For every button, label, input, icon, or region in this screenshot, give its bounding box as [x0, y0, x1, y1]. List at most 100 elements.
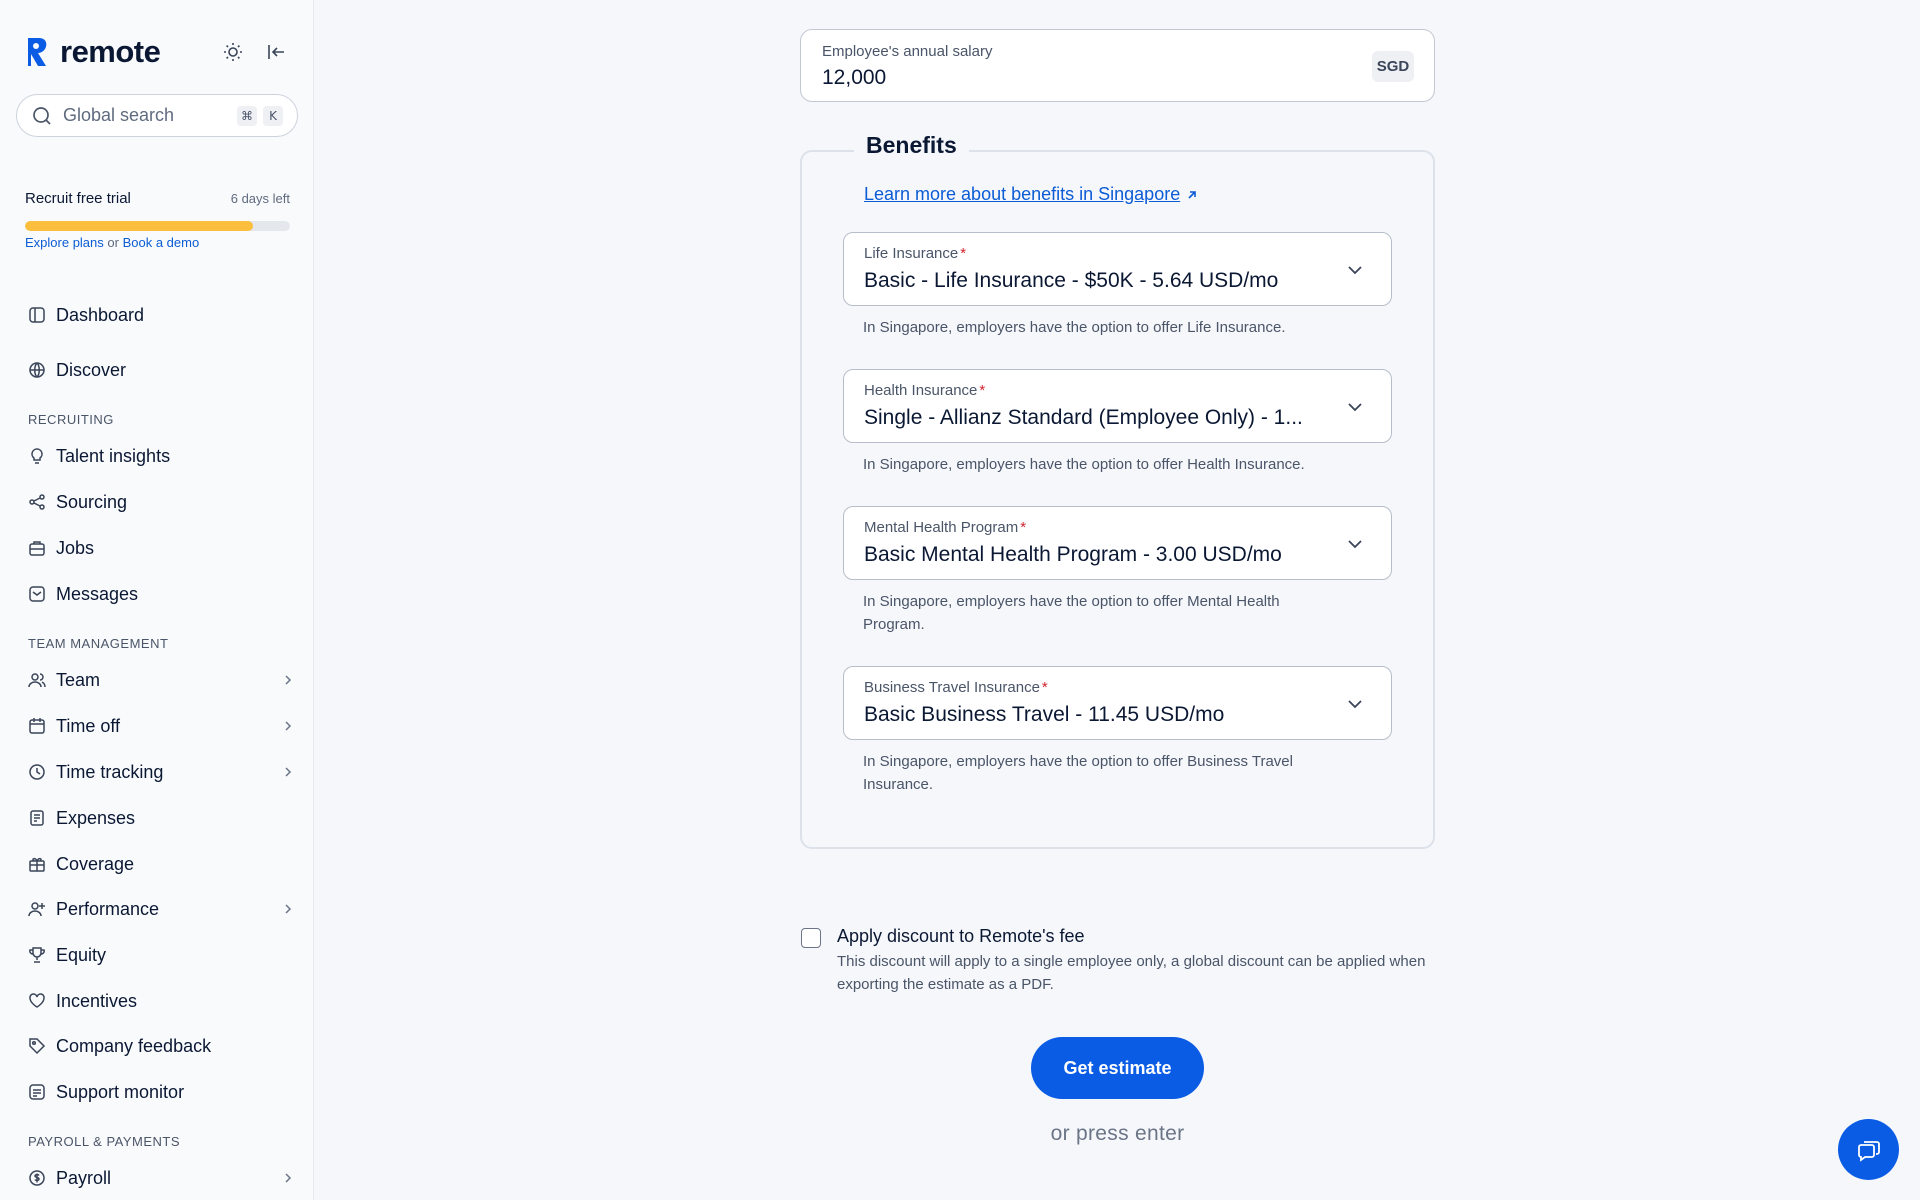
life-insurance-label-text: Life Insurance	[864, 245, 959, 262]
search-icon	[33, 106, 51, 125]
salary-value[interactable]: 12,000	[822, 66, 886, 90]
nav-support-monitor-label: Support monitor	[56, 1081, 185, 1102]
health-insurance-label-text: Health Insurance	[864, 382, 978, 399]
chevron-right-icon	[285, 1173, 292, 1183]
trophy-icon	[29, 947, 45, 963]
gift-icon	[29, 857, 45, 872]
get-estimate-button[interactable]: Get estimate	[1031, 1037, 1204, 1099]
briefcase-icon	[29, 541, 45, 556]
dollar-coin-icon	[29, 1170, 45, 1186]
nav-company-feedback-label: Company feedback	[56, 1035, 212, 1056]
nav-support-monitor[interactable]: Support monitor	[28, 1078, 294, 1106]
chevron-right-icon	[285, 767, 292, 777]
book-demo-link[interactable]: Book a demo	[123, 235, 200, 250]
nav-messages-label: Messages	[56, 583, 139, 604]
nav-talent-insights[interactable]: Talent insights	[28, 442, 294, 470]
health-insurance-select[interactable]: Health Insurance * Single - Allianz Stand…	[843, 369, 1392, 443]
health-insurance-hint: In Singapore, employers have the option …	[863, 456, 1305, 473]
dashboard-icon	[29, 307, 45, 323]
nav-dashboard-label: Dashboard	[56, 304, 145, 325]
nav-discover[interactable]: Discover	[28, 356, 294, 384]
required-mark: *	[960, 245, 967, 262]
nav-discover-label: Discover	[56, 359, 127, 380]
business-travel-select[interactable]: Business Travel Insurance * Basic Busines…	[843, 666, 1392, 740]
nav-time-off[interactable]: Time off	[28, 712, 294, 740]
benefits-title: Benefits	[854, 132, 969, 159]
chevron-down-icon	[1348, 266, 1362, 275]
mental-health-value: Basic Mental Health Program - 3.00 USD/m…	[864, 543, 1282, 566]
nav-jobs[interactable]: Jobs	[28, 534, 294, 562]
brand[interactable]: remote	[24, 34, 161, 70]
global-search[interactable]: Global search ⌘ K	[16, 94, 298, 137]
salary-field[interactable]: Employee's annual salary 12,000 SGD	[800, 29, 1435, 102]
life-insurance-label: Life Insurance *	[864, 245, 966, 262]
nav-jobs-label: Jobs	[56, 537, 95, 558]
nav-incentives-label: Incentives	[56, 990, 138, 1011]
discount-title[interactable]: Apply discount to Remote's fee	[837, 926, 1085, 947]
trial-card: Recruit free trial 6 days left Explore p…	[25, 190, 290, 250]
nav-coverage[interactable]: Coverage	[28, 850, 294, 878]
life-insurance-select[interactable]: Life Insurance * Basic - Life Insurance -…	[843, 232, 1392, 306]
nav-equity[interactable]: Equity	[28, 941, 294, 969]
business-travel-label-text: Business Travel Insurance	[864, 679, 1040, 696]
nav-sourcing[interactable]: Sourcing	[28, 488, 294, 516]
required-mark: *	[1020, 519, 1027, 536]
mental-health-select[interactable]: Mental Health Program * Basic Mental Heal…	[843, 506, 1392, 580]
nav-time-tracking[interactable]: Time tracking	[28, 758, 294, 786]
currency-badge: SGD	[1372, 51, 1414, 82]
nav-messages[interactable]: Messages	[28, 580, 294, 608]
calendar-icon	[29, 718, 45, 734]
required-mark: *	[979, 382, 986, 399]
nav-expenses-label: Expenses	[56, 807, 136, 828]
trial-or-text: or	[107, 235, 119, 250]
shortcut-key: K	[263, 105, 283, 126]
salary-label: Employee's annual salary	[822, 43, 993, 60]
chat-icon	[1857, 1140, 1880, 1162]
business-travel-hint: In Singapore, employers have the option …	[863, 753, 1293, 793]
life-insurance-hint: In Singapore, employers have the option …	[863, 319, 1286, 336]
business-travel-value: Basic Business Travel - 11.45 USD/mo	[864, 703, 1225, 726]
section-payroll-payments: PAYROLL & PAYMENTS	[28, 1134, 181, 1149]
nav-incentives[interactable]: Incentives	[28, 987, 294, 1015]
nav-team[interactable]: Team	[28, 666, 294, 694]
chat-button[interactable]	[1838, 1119, 1899, 1180]
nav-payroll[interactable]: Payroll	[28, 1164, 294, 1192]
nav-dashboard[interactable]: Dashboard	[28, 301, 294, 329]
message-icon	[29, 586, 45, 602]
mental-health-label-text: Mental Health Program	[864, 519, 1019, 536]
nav-expenses[interactable]: Expenses	[28, 804, 294, 832]
collapse-sidebar-icon[interactable]	[264, 40, 288, 64]
mental-health-label: Mental Health Program *	[864, 519, 1026, 536]
discount-description: This discount will apply to a single emp…	[837, 953, 1426, 993]
nav-company-feedback[interactable]: Company feedback	[28, 1032, 294, 1060]
discount-checkbox[interactable]	[801, 928, 821, 948]
share-nodes-icon	[29, 494, 45, 510]
chevron-right-icon	[285, 721, 292, 731]
life-insurance-value: Basic - Life Insurance - $50K - 5.64 USD…	[864, 269, 1279, 292]
clock-icon	[29, 764, 45, 780]
chevron-down-icon	[1348, 540, 1362, 549]
receipt-icon	[30, 810, 44, 826]
nav-performance[interactable]: Performance	[28, 895, 294, 923]
chevron-right-icon	[285, 904, 292, 914]
lightbulb-icon	[31, 448, 43, 464]
nav-sourcing-label: Sourcing	[56, 491, 128, 512]
sun-icon[interactable]	[221, 40, 245, 64]
remote-logo-icon	[28, 38, 47, 66]
chevron-down-icon	[1348, 700, 1362, 709]
search-placeholder: Global search	[63, 105, 175, 125]
external-link-icon	[1188, 190, 1197, 199]
benefits-learn-more-link[interactable]: Learn more about benefits in Singapore	[864, 184, 1198, 205]
tag-icon	[29, 1038, 46, 1055]
explore-plans-link[interactable]: Explore plans	[25, 235, 104, 250]
health-insurance-label: Health Insurance *	[864, 382, 985, 399]
heart-icon	[29, 993, 45, 1008]
learn-more-text: Learn more about benefits in Singapore	[864, 184, 1181, 204]
business-travel-label: Business Travel Insurance *	[864, 679, 1048, 696]
nav-payroll-label: Payroll	[56, 1167, 112, 1188]
trial-days-left: 6 days left	[230, 191, 290, 206]
nav-equity-label: Equity	[56, 944, 107, 965]
user-plus-icon	[28, 902, 45, 917]
chevron-down-icon	[1348, 403, 1362, 412]
trial-progress-fill	[25, 221, 253, 231]
